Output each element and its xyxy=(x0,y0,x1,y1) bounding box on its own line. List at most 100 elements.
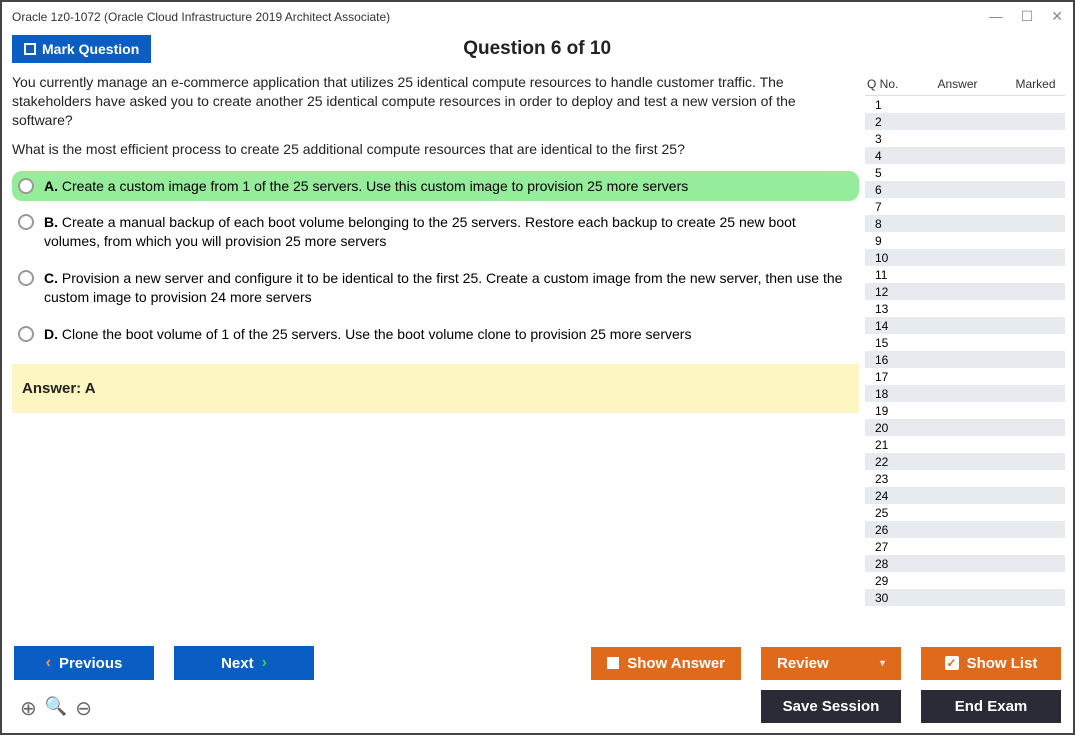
question-number: 10 xyxy=(867,251,907,265)
question-list-row[interactable]: 28 xyxy=(865,555,1065,572)
question-list-row[interactable]: 17 xyxy=(865,368,1065,385)
end-exam-button[interactable]: End Exam xyxy=(921,690,1061,723)
show-answer-label: Show Answer xyxy=(627,655,725,672)
question-number: 19 xyxy=(867,404,907,418)
question-number: 16 xyxy=(867,353,907,367)
question-number: 28 xyxy=(867,557,907,571)
question-list-row[interactable]: 6 xyxy=(865,181,1065,198)
radio-icon[interactable] xyxy=(18,214,34,230)
option-d[interactable]: D. Clone the boot volume of 1 of the 25 … xyxy=(12,319,859,350)
option-a[interactable]: A. Create a custom image from 1 of the 2… xyxy=(12,171,859,202)
close-icon[interactable]: ✕ xyxy=(1051,8,1063,25)
options-list: A. Create a custom image from 1 of the 2… xyxy=(12,171,859,350)
question-number: 29 xyxy=(867,574,907,588)
question-list-row[interactable]: 16 xyxy=(865,351,1065,368)
square-icon xyxy=(607,657,619,669)
question-number: 15 xyxy=(867,336,907,350)
review-button[interactable]: Review ▾ xyxy=(761,647,901,680)
question-list-row[interactable]: 9 xyxy=(865,232,1065,249)
maximize-icon[interactable]: ☐ xyxy=(1021,8,1034,25)
header-marked: Marked xyxy=(1008,77,1063,91)
question-list-row[interactable]: 3 xyxy=(865,130,1065,147)
question-number: 20 xyxy=(867,421,907,435)
question-number: 18 xyxy=(867,387,907,401)
question-list[interactable]: 1234567891011121314151617181920212223242… xyxy=(865,95,1065,636)
question-number: 26 xyxy=(867,523,907,537)
question-list-row[interactable]: 13 xyxy=(865,300,1065,317)
question-number: 8 xyxy=(867,217,907,231)
save-session-label: Save Session xyxy=(783,698,880,715)
option-label: C. Provision a new server and configure … xyxy=(44,269,853,307)
question-list-row[interactable]: 10 xyxy=(865,249,1065,266)
show-list-button[interactable]: ✓ Show List xyxy=(921,647,1061,680)
question-list-row[interactable]: 11 xyxy=(865,266,1065,283)
zoom-out-icon[interactable]: ⊖ xyxy=(75,696,92,721)
body: You currently manage an e-commerce appli… xyxy=(2,73,1073,636)
question-number: 17 xyxy=(867,370,907,384)
question-list-row[interactable]: 7 xyxy=(865,198,1065,215)
option-label: B. Create a manual backup of each boot v… xyxy=(44,213,853,251)
radio-icon[interactable] xyxy=(18,178,34,194)
question-list-row[interactable]: 20 xyxy=(865,419,1065,436)
show-list-label: Show List xyxy=(967,655,1038,672)
question-number: 27 xyxy=(867,540,907,554)
question-number: 25 xyxy=(867,506,907,520)
footer-row-2: Save Session End Exam xyxy=(14,690,1061,723)
question-list-row[interactable]: 24 xyxy=(865,487,1065,504)
question-list-row[interactable]: 25 xyxy=(865,504,1065,521)
question-list-row[interactable]: 15 xyxy=(865,334,1065,351)
question-number: 1 xyxy=(867,98,907,112)
question-counter: Question 6 of 10 xyxy=(151,38,923,60)
radio-icon[interactable] xyxy=(18,326,34,342)
question-list-row[interactable]: 27 xyxy=(865,538,1065,555)
question-list-row[interactable]: 12 xyxy=(865,283,1065,300)
zoom-reset-icon[interactable]: ⊕ xyxy=(20,696,37,721)
footer-row-1: ‹ Previous Next › Show Answer Review ▾ ✓… xyxy=(14,646,1061,680)
header-row: Mark Question Question 6 of 10 xyxy=(2,31,1073,73)
question-number: 7 xyxy=(867,200,907,214)
question-number: 6 xyxy=(867,183,907,197)
window-controls: — ☐ ✕ xyxy=(989,8,1063,25)
question-list-row[interactable]: 5 xyxy=(865,164,1065,181)
question-list-row[interactable]: 1 xyxy=(865,96,1065,113)
check-icon: ✓ xyxy=(945,656,959,670)
question-number: 24 xyxy=(867,489,907,503)
question-list-row[interactable]: 26 xyxy=(865,521,1065,538)
show-answer-button[interactable]: Show Answer xyxy=(591,647,741,680)
minimize-icon[interactable]: — xyxy=(989,8,1003,25)
mark-question-button[interactable]: Mark Question xyxy=(12,35,151,63)
question-number: 14 xyxy=(867,319,907,333)
question-list-row[interactable]: 23 xyxy=(865,470,1065,487)
option-b[interactable]: B. Create a manual backup of each boot v… xyxy=(12,207,859,257)
question-number: 21 xyxy=(867,438,907,452)
titlebar: Oracle 1z0-1072 (Oracle Cloud Infrastruc… xyxy=(2,2,1073,31)
question-number: 13 xyxy=(867,302,907,316)
question-list-row[interactable]: 8 xyxy=(865,215,1065,232)
previous-label: Previous xyxy=(59,655,122,672)
question-number: 3 xyxy=(867,132,907,146)
save-session-button[interactable]: Save Session xyxy=(761,690,901,723)
mark-question-label: Mark Question xyxy=(42,41,139,57)
question-text-2: What is the most efficient process to cr… xyxy=(12,140,859,159)
question-list-row[interactable]: 18 xyxy=(865,385,1065,402)
checkbox-icon xyxy=(24,43,36,55)
question-list-row[interactable]: 14 xyxy=(865,317,1065,334)
previous-button[interactable]: ‹ Previous xyxy=(14,646,154,680)
question-list-row[interactable]: 2 xyxy=(865,113,1065,130)
next-button[interactable]: Next › xyxy=(174,646,314,680)
question-list-row[interactable]: 22 xyxy=(865,453,1065,470)
option-c[interactable]: C. Provision a new server and configure … xyxy=(12,263,859,313)
question-number: 30 xyxy=(867,591,907,605)
question-list-row[interactable]: 30 xyxy=(865,589,1065,606)
question-number: 12 xyxy=(867,285,907,299)
question-list-row[interactable]: 19 xyxy=(865,402,1065,419)
question-number: 11 xyxy=(867,268,907,282)
chevron-down-icon: ▾ xyxy=(860,658,885,669)
question-list-row[interactable]: 29 xyxy=(865,572,1065,589)
question-number: 5 xyxy=(867,166,907,180)
question-list-row[interactable]: 21 xyxy=(865,436,1065,453)
radio-icon[interactable] xyxy=(18,270,34,286)
question-number: 22 xyxy=(867,455,907,469)
zoom-in-icon[interactable]: 🔍 xyxy=(45,696,67,721)
question-list-row[interactable]: 4 xyxy=(865,147,1065,164)
